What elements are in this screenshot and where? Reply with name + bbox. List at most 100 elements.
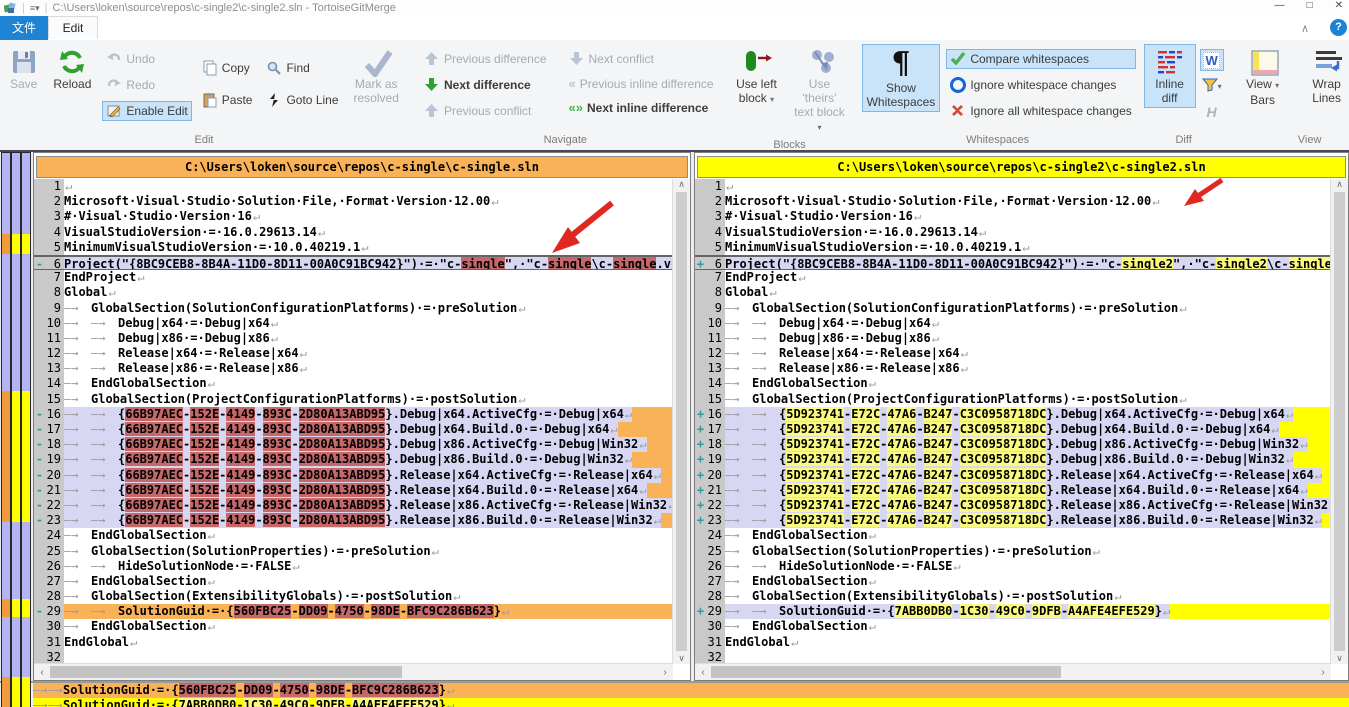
previous-conflict-button[interactable]: Previous conflict [420, 101, 551, 121]
code-line[interactable]: -18—→—→{66B97AEC-152E-4149-893C-2D80A13A… [34, 437, 673, 452]
code-cell[interactable]: —→EndGlobalSection↵ [64, 574, 673, 589]
code-line[interactable]: +29—→—→SolutionGuid·=·{7ABB0DB0-1C30-49C… [695, 604, 1331, 619]
code-line[interactable]: 5MinimumVisualStudioVersion·=·10.0.40219… [695, 240, 1331, 255]
code-line[interactable]: -22—→—→{66B97AEC-152E-4149-893C-2D80A13A… [34, 498, 673, 513]
code-line[interactable]: 10—→—→Debug|x64·=·Debug|x64↵ [34, 316, 673, 331]
code-line[interactable]: 32 [695, 650, 1331, 664]
code-cell[interactable]: Project("{8BC9CEB8-8B4A-11D0-8D11-00A0C9… [725, 257, 1331, 269]
code-cell[interactable]: EndProject↵ [64, 270, 673, 285]
code-cell[interactable]: —→—→Release|x86·=·Release|x86↵ [725, 361, 1331, 376]
close-button[interactable]: ✕ [1335, 0, 1343, 11]
code-line[interactable]: +23—→—→{5D923741-E72C-47A6-B247-C3C09587… [695, 513, 1331, 528]
find-button[interactable]: Find [262, 58, 342, 78]
code-cell[interactable]: —→—→Release|x64·=·Release|x64↵ [64, 346, 673, 361]
code-cell[interactable]: Global↵ [725, 285, 1331, 300]
scrollbar-thumb[interactable] [1334, 192, 1345, 651]
code-line[interactable]: +19—→—→{5D923741-E72C-47A6-B247-C3C09587… [695, 452, 1331, 467]
code-line[interactable]: 15—→GlobalSection(ProjectConfigurationPl… [695, 392, 1331, 407]
code-cell[interactable]: —→EndGlobalSection↵ [64, 376, 673, 391]
inline-diff-button[interactable]: Inlinediff [1144, 44, 1196, 108]
code-line[interactable]: 14—→EndGlobalSection↵ [34, 376, 673, 391]
code-cell[interactable]: —→—→HideSolutionNode·=·FALSE↵ [64, 559, 673, 574]
minimize-button[interactable]: — [1275, 0, 1285, 11]
left-horizontal-scrollbar[interactable]: ‹ › [34, 663, 673, 680]
code-cell[interactable]: —→—→{5D923741-E72C-47A6-B247-C3C0958718D… [725, 407, 1331, 422]
code-cell[interactable]: —→—→{66B97AEC-152E-4149-893C-2D80A13ABD9… [64, 407, 673, 422]
view-bars-button[interactable]: View ▾Bars [1234, 44, 1292, 110]
enable-edit-button[interactable]: Enable Edit [102, 101, 191, 121]
ignore-all-whitespace-changes-button[interactable]: Ignore all whitespace changes [946, 101, 1135, 121]
code-line[interactable]: 28—→GlobalSection(ExtensibilityGlobals)·… [34, 589, 673, 604]
scroll-down-icon[interactable]: ∨ [1336, 653, 1343, 664]
code-cell[interactable]: #·Visual·Studio·Version·16↵ [725, 209, 1331, 224]
right-vertical-scrollbar[interactable]: ∧ ∨ [1330, 179, 1348, 664]
right-horizontal-scrollbar[interactable]: ‹ › [695, 663, 1331, 680]
code-line[interactable]: 3#·Visual·Studio·Version·16↵ [695, 209, 1331, 224]
code-line[interactable]: 4VisualStudioVersion·=·16.0.29613.14↵ [695, 225, 1331, 240]
code-cell[interactable]: EndProject↵ [725, 270, 1331, 285]
code-line[interactable]: 25—→GlobalSection(SolutionProperties)·=·… [695, 544, 1331, 559]
code-cell[interactable]: —→EndGlobalSection↵ [725, 528, 1331, 543]
help-icon[interactable]: ? [1330, 19, 1347, 36]
save-button[interactable]: Save [5, 44, 42, 94]
code-line[interactable]: 30—→EndGlobalSection↵ [34, 619, 673, 634]
code-cell[interactable]: Microsoft·Visual·Studio·Solution·File,·F… [725, 194, 1331, 209]
scroll-right-icon[interactable]: › [657, 667, 673, 678]
mark-as-resolved-button[interactable]: Mark asresolved [349, 44, 404, 108]
code-cell[interactable]: —→GlobalSection(ProjectConfigurationPlat… [64, 392, 673, 407]
code-line[interactable]: -16—→—→{66B97AEC-152E-4149-893C-2D80A13A… [34, 407, 673, 422]
code-cell[interactable]: EndGlobal↵ [64, 635, 673, 650]
locator-strip[interactable] [1, 152, 11, 707]
code-cell[interactable]: —→—→Debug|x86·=·Debug|x86↵ [64, 331, 673, 346]
code-line[interactable]: 31EndGlobal↵ [695, 635, 1331, 650]
code-line[interactable]: 7EndProject↵ [695, 270, 1331, 285]
code-cell[interactable]: —→—→Release|x64·=·Release|x64↵ [725, 346, 1331, 361]
code-line[interactable]: 11—→—→Debug|x86·=·Debug|x86↵ [695, 331, 1331, 346]
code-line[interactable]: -29—→—→SolutionGuid·=·{560FBC25-DD09-475… [34, 604, 673, 619]
next-inline-difference-button[interactable]: «» Next inline difference [565, 99, 718, 117]
code-line[interactable]: -17—→—→{66B97AEC-152E-4149-893C-2D80A13A… [34, 422, 673, 437]
code-line[interactable]: +16—→—→{5D923741-E72C-47A6-B247-C3C09587… [695, 407, 1331, 422]
filter-button[interactable]: ▾ [1200, 75, 1224, 97]
scrollbar-thumb[interactable] [711, 666, 1061, 678]
code-line[interactable]: 9—→GlobalSection(SolutionConfigurationPl… [695, 301, 1331, 316]
code-line[interactable]: 27—→EndGlobalSection↵ [695, 574, 1331, 589]
locator-strip[interactable] [21, 152, 31, 707]
goto-line-button[interactable]: Goto Line [262, 90, 342, 110]
code-line[interactable]: 24—→EndGlobalSection↵ [34, 528, 673, 543]
code-cell[interactable] [64, 650, 673, 664]
code-cell[interactable]: —→—→{5D923741-E72C-47A6-B247-C3C0958718D… [725, 483, 1331, 498]
ribbon-collapse-icon[interactable]: ∧ [1301, 22, 1309, 35]
code-line[interactable]: 12—→—→Release|x64·=·Release|x64↵ [695, 346, 1331, 361]
previous-difference-button[interactable]: Previous difference [420, 49, 551, 69]
code-cell[interactable] [725, 650, 1331, 664]
ignore-case-button[interactable]: H [1200, 101, 1224, 123]
code-line[interactable]: 1↵ [34, 179, 673, 194]
scrollbar-thumb[interactable] [50, 666, 402, 678]
undo-button[interactable]: Undo [102, 49, 191, 69]
scroll-right-icon[interactable]: › [1315, 667, 1331, 678]
previous-inline-difference-button[interactable]: « Previous inline difference [565, 75, 718, 93]
code-line[interactable]: 7EndProject↵ [34, 270, 673, 285]
code-cell[interactable]: —→GlobalSection(SolutionConfigurationPla… [64, 301, 673, 316]
code-line[interactable]: +20—→—→{5D923741-E72C-47A6-B247-C3C09587… [695, 468, 1331, 483]
code-line[interactable]: 11—→—→Debug|x86·=·Debug|x86↵ [34, 331, 673, 346]
code-cell[interactable]: —→EndGlobalSection↵ [64, 619, 673, 634]
use-theirs-text-block-button[interactable]: Use 'theirs'text block ▾ [787, 44, 851, 138]
code-line[interactable]: 30—→EndGlobalSection↵ [695, 619, 1331, 634]
code-line[interactable]: +21—→—→{5D923741-E72C-47A6-B247-C3C09587… [695, 483, 1331, 498]
tab-file[interactable]: 文件 [0, 16, 48, 40]
code-cell[interactable]: —→—→Debug|x86·=·Debug|x86↵ [725, 331, 1331, 346]
code-cell[interactable]: —→—→SolutionGuid·=·{7ABB0DB0-1C30-49C0-9… [725, 604, 1331, 619]
show-whitespaces-button[interactable]: ¶ ShowWhitespaces [862, 44, 941, 112]
diff-locator-bar[interactable] [1, 152, 32, 707]
code-line[interactable]: -19—→—→{66B97AEC-152E-4149-893C-2D80A13A… [34, 452, 673, 467]
code-cell[interactable]: —→GlobalSection(ExtensibilityGlobals)·=·… [725, 589, 1331, 604]
right-code-view[interactable]: 1↵2Microsoft·Visual·Studio·Solution·File… [695, 179, 1331, 664]
code-cell[interactable]: Global↵ [64, 285, 673, 300]
compare-whitespaces-button[interactable]: Compare whitespaces [946, 49, 1135, 69]
code-line[interactable]: 8Global↵ [695, 285, 1331, 300]
code-line[interactable]: 28—→GlobalSection(ExtensibilityGlobals)·… [695, 589, 1331, 604]
code-line[interactable]: +18—→—→{5D923741-E72C-47A6-B247-C3C09587… [695, 437, 1331, 452]
scroll-left-icon[interactable]: ‹ [695, 667, 711, 678]
